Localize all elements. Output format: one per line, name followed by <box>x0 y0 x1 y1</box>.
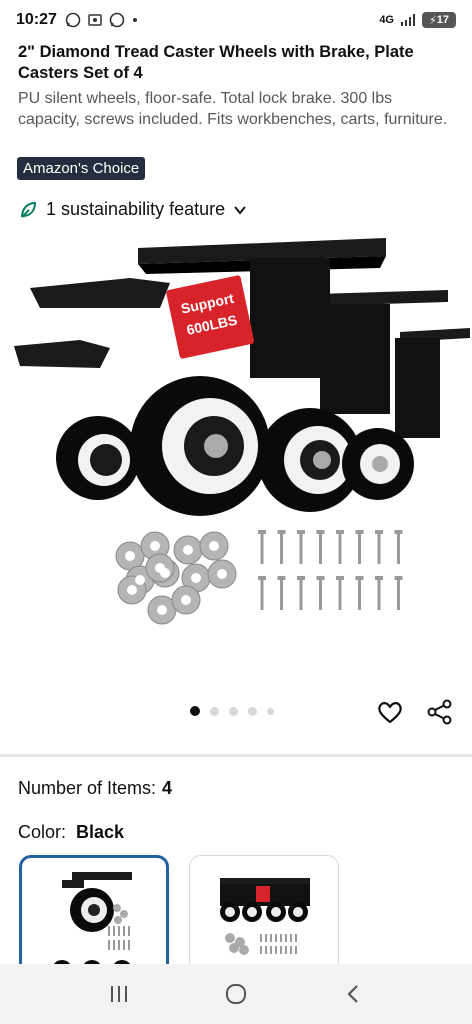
items-label: Number of Items: <box>18 778 157 798</box>
battery-level: 17 <box>436 14 449 26</box>
carousel-dot[interactable] <box>210 706 219 716</box>
screw-head <box>277 530 286 534</box>
screw-shaft <box>319 534 322 564</box>
swatch-thumbnail <box>220 878 310 955</box>
screw-shaft <box>397 534 400 564</box>
home-icon[interactable] <box>221 979 251 1009</box>
color-label: Color: <box>18 822 67 842</box>
product-image[interactable]: Support 600LBS <box>0 228 472 688</box>
screw-shaft <box>338 580 342 610</box>
screw-shaft <box>397 580 400 610</box>
screw-shaft <box>299 534 303 564</box>
recent-apps-icon[interactable] <box>104 979 134 1009</box>
network-label: 4G <box>379 14 394 26</box>
carousel-dot[interactable] <box>248 706 257 716</box>
status-bar: 10:27 4G ⚡ 17 <box>0 0 472 40</box>
screw-head <box>375 530 383 534</box>
screw-head <box>258 576 266 580</box>
number-of-items: Number of Items: 4 <box>18 778 172 799</box>
color-swatch-alt[interactable] <box>189 855 339 964</box>
color-swatch-black[interactable] <box>19 855 169 964</box>
screw-head <box>316 530 325 534</box>
screw-shaft <box>377 534 381 564</box>
carousel-dots <box>190 706 274 716</box>
screw-shaft <box>299 580 303 610</box>
screw-shaft <box>358 580 361 610</box>
badge-prefix: Amazon's <box>23 160 89 177</box>
carousel-dot[interactable] <box>267 707 274 715</box>
screw-head <box>394 576 403 580</box>
status-right: 4G ⚡ 17 <box>379 12 456 28</box>
amazons-choice-badge: Amazon's Choice <box>17 157 146 180</box>
color-value: Black <box>76 822 125 842</box>
screenshot-icon <box>88 14 102 26</box>
sustainability-link[interactable]: 1 sustainability feature <box>18 199 247 220</box>
screw-head <box>355 576 364 580</box>
screw-shaft <box>260 580 264 610</box>
screw-head <box>316 576 325 580</box>
notification-icons <box>65 12 139 28</box>
screw-head <box>355 530 364 534</box>
badge-suffix: Choice <box>92 160 140 177</box>
screw-shaft <box>260 534 264 564</box>
product-subtitle: PU silent wheels, floor-safe. Total lock… <box>18 90 448 128</box>
color-selector-label: Color: Black <box>18 822 124 843</box>
swatch-thumbnail <box>54 872 132 964</box>
screw-head <box>297 530 305 534</box>
screw-shaft <box>280 534 283 564</box>
screw-shaft <box>377 580 381 610</box>
screw-head <box>297 576 305 580</box>
screw-head <box>258 530 266 534</box>
screw-shaft <box>280 580 283 610</box>
screw-head <box>336 530 344 534</box>
battery-icon: ⚡ 17 <box>422 12 456 28</box>
signal-icon <box>401 14 415 26</box>
whatsapp-icon <box>109 12 125 28</box>
system-nav-bar <box>0 964 472 1024</box>
whatsapp-icon <box>65 12 81 28</box>
more-dot-icon <box>132 18 137 22</box>
screw-shaft <box>358 534 361 564</box>
sustainability-label: 1 sustainability feature <box>46 199 226 219</box>
back-icon[interactable] <box>338 979 368 1009</box>
heart-icon[interactable] <box>376 698 404 726</box>
status-time: 10:27 <box>16 11 57 28</box>
screw-shaft <box>338 534 342 564</box>
share-icon[interactable] <box>426 698 454 726</box>
carousel-dot[interactable] <box>190 706 200 716</box>
product-detail: 2" Diamond Tread Caster Wheels with Brak… <box>0 40 472 964</box>
carousel-dot[interactable] <box>229 706 238 716</box>
chevron-down-icon <box>234 205 246 215</box>
items-value: 4 <box>162 778 173 798</box>
screw-head <box>336 576 344 580</box>
screw-head <box>394 530 403 534</box>
product-title: 2" Diamond Tread Caster Wheels with Brak… <box>18 43 414 82</box>
screw-head <box>375 576 383 580</box>
screw-shaft <box>319 580 322 610</box>
leaf-icon <box>21 201 37 218</box>
section-divider <box>0 754 472 757</box>
screw-head <box>277 576 286 580</box>
